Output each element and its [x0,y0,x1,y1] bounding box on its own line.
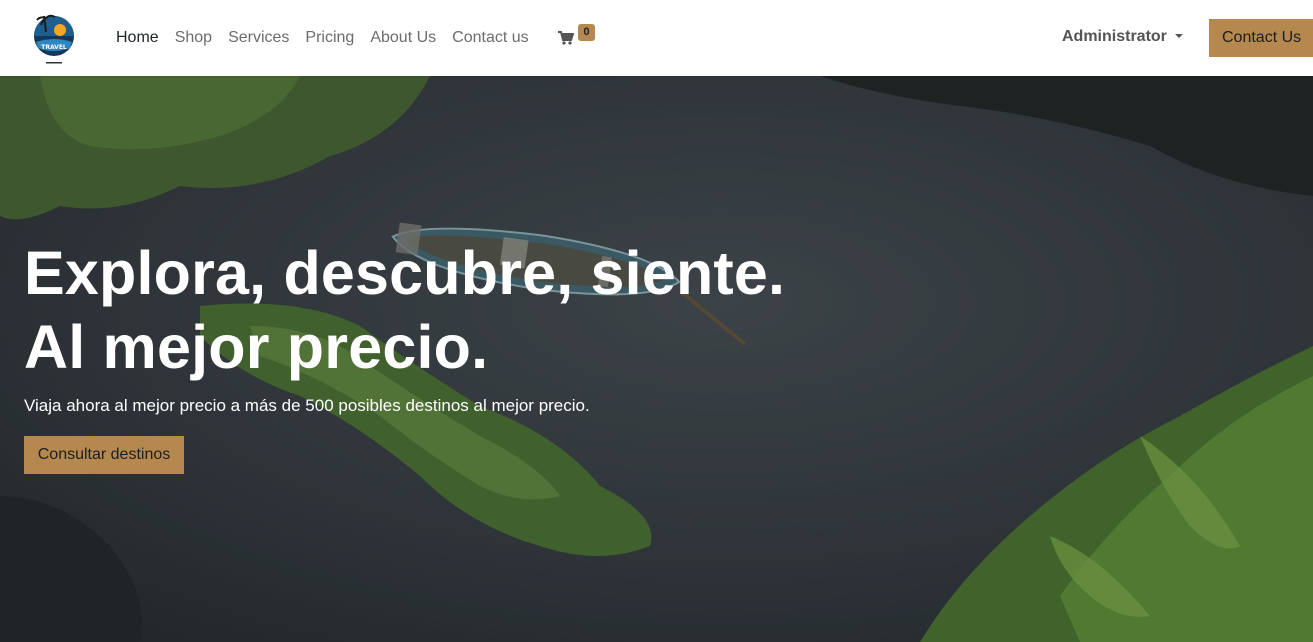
top-navbar: TRAVEL Home Shop Services Pricing About … [0,0,1313,76]
cart-count-badge: 0 [578,24,595,41]
svg-text:TRAVEL: TRAVEL [41,44,67,51]
travel-logo[interactable]: TRAVEL [30,10,78,66]
consult-destinations-button[interactable]: Consultar destinos [24,436,184,474]
shopping-cart-icon [558,31,574,45]
hero-heading-line-2: Al mejor precio. [24,313,489,381]
nav-link-pricing[interactable]: Pricing [305,29,354,47]
user-menu-dropdown[interactable]: Administrator [1062,28,1183,46]
hero-section: Explora, descubre, siente. Al mejor prec… [0,76,1313,642]
main-nav: Home Shop Services Pricing About Us Cont… [116,0,545,76]
user-menu-label: Administrator [1062,28,1167,45]
nav-link-shop[interactable]: Shop [175,29,212,47]
hero-subtitle: Viaja ahora al mejor precio a más de 500… [24,396,590,415]
caret-down-icon [1174,34,1183,38]
contact-us-button[interactable]: Contact Us [1209,19,1313,57]
nav-link-services[interactable]: Services [228,29,289,47]
logo-image: TRAVEL [34,14,74,64]
nav-link-contact-us[interactable]: Contact us [452,29,528,47]
hero-heading-line-1: Explora, descubre, siente. [24,239,786,307]
nav-link-home[interactable]: Home [116,29,159,47]
cart-button[interactable]: 0 [558,24,598,52]
nav-link-about-us[interactable]: About Us [370,29,436,47]
hero-heading: Explora, descubre, siente. Al mejor prec… [24,236,785,384]
